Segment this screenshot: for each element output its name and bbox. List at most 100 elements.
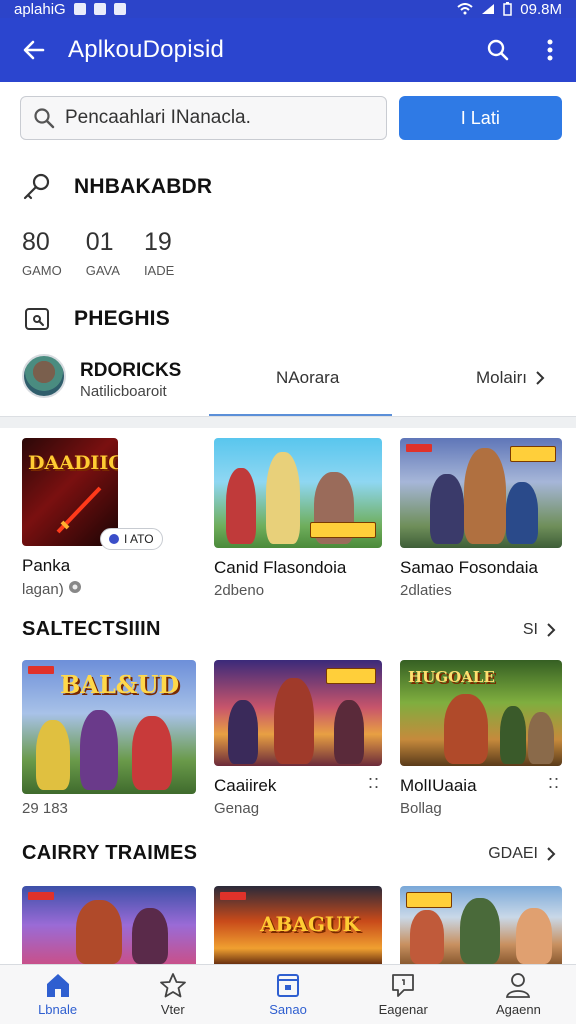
status-bar: aplahiG 09.8M <box>0 0 576 18</box>
person-icon <box>506 973 531 998</box>
bottom-navigation: Lbnale Vter Sanao Eagenar Agaenn <box>0 964 576 1024</box>
see-all-button[interactable]: GDAEI <box>488 845 556 863</box>
game-subtitle: Bollag <box>400 800 442 817</box>
game-card[interactable]: Canid Flasondoia 2dbeno <box>214 438 382 599</box>
tag-icon <box>68 581 81 593</box>
ribbon-icon <box>406 444 432 452</box>
stats-row: 80 GAMO 01 GAVA 19 IADE <box>22 228 174 278</box>
stat-item: 01 GAVA <box>86 228 120 278</box>
back-button[interactable] <box>0 18 68 82</box>
ribbon-icon <box>220 892 246 900</box>
nav-label: Sanao <box>269 1002 307 1017</box>
tab-middle[interactable]: NAorara <box>276 368 339 388</box>
game-thumbnail: ABAGUK <box>214 886 382 964</box>
status-carrier-text: aplahiG <box>14 0 66 18</box>
notification-icon <box>73 3 86 15</box>
game-thumbnail <box>22 886 196 964</box>
chevron-right-icon <box>547 846 556 861</box>
game-card[interactable]: Caaiirek Genag :: <box>214 660 382 817</box>
more-options-icon[interactable]: :: <box>548 772 560 793</box>
profile-subtitle: Natilicboaroit <box>80 383 167 400</box>
nav-label: Agaenn <box>496 1002 541 1017</box>
nav-label: Lbnale <box>38 1002 78 1017</box>
chevron-right-icon <box>547 622 556 637</box>
wifi-icon <box>457 3 473 15</box>
see-all-label: SI <box>522 620 538 638</box>
search-icon <box>487 39 509 61</box>
game-card[interactable]: HUGOALE MolIUaaia Bollag :: <box>400 660 562 817</box>
game-subtitle: lagan) <box>22 580 192 598</box>
game-thumbnail: BAL&UD <box>22 660 196 794</box>
nav-item-messages[interactable]: Eagenar <box>346 965 461 1024</box>
star-icon <box>159 973 186 998</box>
game-title: Caaiirek <box>214 776 277 795</box>
tab-more[interactable]: Molairı <box>476 368 545 388</box>
signal-icon <box>482 4 495 14</box>
install-badge[interactable]: I ATO <box>100 528 163 550</box>
nav-item-home[interactable]: Lbnale <box>0 965 115 1024</box>
section-header: CAIRRY TRAIMES GDAEI <box>22 842 556 865</box>
stat-item: 80 GAMO <box>22 228 62 278</box>
more-options-button[interactable] <box>524 18 576 82</box>
game-card[interactable]: Samao Fosondaia 2dlaties <box>400 438 562 599</box>
more-options-icon[interactable]: :: <box>368 772 380 793</box>
game-subtitle: Genag <box>214 800 260 817</box>
home-icon <box>46 974 69 997</box>
nav-item-calendar[interactable]: Sanao <box>230 965 345 1024</box>
message-box-icon <box>25 308 49 330</box>
stat-caption: GAVA <box>85 263 120 278</box>
stat-value: 80 <box>22 228 50 256</box>
more-vert-icon <box>547 39 553 61</box>
game-subtitle: 2dlaties <box>400 582 452 599</box>
tab-more-label: Molairı <box>476 368 528 387</box>
calendar-icon <box>277 974 299 997</box>
game-card[interactable] <box>22 886 196 964</box>
game-card[interactable]: ABAGUK <box>214 886 382 964</box>
notification-icon <box>113 3 126 15</box>
key-section[interactable]: NHBAKABDR <box>22 172 212 202</box>
key-section-label: NHBAKABDR <box>74 175 213 198</box>
game-logo-banner <box>310 522 376 538</box>
page-title: AplkouDopisid <box>68 36 225 63</box>
game-title: MolIUaaia <box>400 776 477 795</box>
key-icon <box>23 173 50 200</box>
search-input[interactable] <box>65 107 365 129</box>
nav-label: Eagenar <box>378 1002 428 1017</box>
profile-name: RDORICKS <box>80 360 182 381</box>
game-title: Canid Flasondoia <box>214 558 347 577</box>
search-button[interactable] <box>472 18 524 82</box>
game-logo-text: HUGOALE <box>408 668 495 686</box>
see-all-button[interactable]: SI <box>523 621 556 639</box>
notes-section[interactable]: PHEGHIS <box>22 304 170 334</box>
search-field[interactable] <box>20 96 387 140</box>
see-all-label: GDAEI <box>488 844 538 862</box>
nav-label: Vter <box>160 1002 185 1017</box>
stat-item: 19 IADE <box>144 228 174 278</box>
stat-value: 19 <box>143 228 172 256</box>
profile-row: RDORICKS Natilicboaroit NAorara Molairı <box>0 350 576 416</box>
game-category: lagan) <box>22 581 64 598</box>
notification-icon <box>93 3 106 15</box>
section-divider <box>0 416 576 428</box>
arrow-left-icon <box>23 40 45 60</box>
search-row: I Lati <box>20 96 562 140</box>
game-card[interactable] <box>400 886 562 964</box>
nav-item-profile[interactable]: Agaenn <box>461 965 576 1024</box>
game-subtitle: 2dbeno <box>214 582 265 599</box>
game-logo-banner <box>406 892 452 908</box>
stat-caption: GAMO <box>22 263 62 278</box>
avatar[interactable] <box>22 354 66 398</box>
game-thumbnail <box>214 438 382 548</box>
game-thumbnail <box>400 886 562 964</box>
game-thumbnail: HUGOALE <box>400 660 562 766</box>
search-submit-button[interactable]: I Lati <box>398 96 562 140</box>
game-subtitle: 29 183 <box>22 800 68 817</box>
status-time: 09.8M <box>520 0 562 18</box>
game-card[interactable]: DAADIIG Panka lagan) <box>22 438 192 598</box>
game-card[interactable]: BAL&UD 29 183 <box>22 660 196 817</box>
game-thumbnail <box>400 438 562 548</box>
chat-icon <box>392 974 415 997</box>
game-logo-text: DAADIIG <box>28 452 118 474</box>
section-header: SALTECTSIIIN SI <box>22 618 556 641</box>
nav-item-favorites[interactable]: Vter <box>115 965 230 1024</box>
